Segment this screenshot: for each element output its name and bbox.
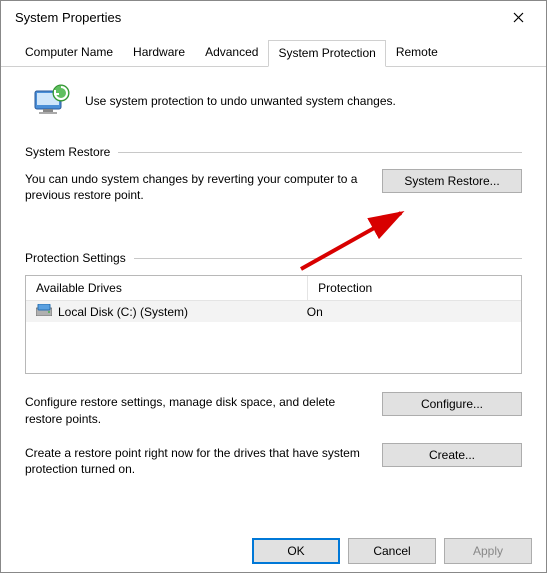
drives-body: Local Disk (C:) (System) On: [26, 301, 521, 373]
intro-text: Use system protection to undo unwanted s…: [85, 94, 396, 108]
tab-advanced[interactable]: Advanced: [195, 39, 268, 66]
protection-settings-heading: Protection Settings: [25, 251, 522, 265]
create-button[interactable]: Create...: [382, 443, 522, 467]
close-icon: [513, 12, 524, 23]
tab-content: Use system protection to undo unwanted s…: [1, 67, 546, 487]
tab-strip: Computer Name Hardware Advanced System P…: [1, 39, 546, 67]
system-protection-icon: [31, 81, 71, 121]
drive-icon: [36, 304, 52, 319]
create-row: Create a restore point right now for the…: [25, 443, 522, 477]
cancel-button[interactable]: Cancel: [348, 538, 436, 564]
drive-row[interactable]: Local Disk (C:) (System) On: [26, 301, 521, 322]
system-restore-heading-label: System Restore: [25, 145, 110, 159]
col-protection[interactable]: Protection: [308, 276, 521, 301]
drive-status: On: [307, 305, 511, 319]
apply-button[interactable]: Apply: [444, 538, 532, 564]
window-title: System Properties: [15, 10, 498, 25]
protection-settings-heading-label: Protection Settings: [25, 251, 126, 265]
titlebar: System Properties: [1, 1, 546, 33]
system-restore-row: You can undo system changes by reverting…: [25, 169, 522, 203]
tab-computer-name[interactable]: Computer Name: [15, 39, 123, 66]
intro-row: Use system protection to undo unwanted s…: [25, 77, 522, 131]
dialog-footer: OK Cancel Apply: [1, 538, 546, 564]
drives-header: Available Drives Protection: [26, 276, 521, 301]
close-button[interactable]: [498, 3, 538, 31]
divider: [118, 152, 522, 153]
ok-button[interactable]: OK: [252, 538, 340, 564]
system-restore-desc: You can undo system changes by reverting…: [25, 169, 364, 203]
divider: [134, 258, 522, 259]
create-desc: Create a restore point right now for the…: [25, 443, 364, 477]
configure-desc: Configure restore settings, manage disk …: [25, 392, 364, 426]
tab-remote[interactable]: Remote: [386, 39, 448, 66]
drives-table: Available Drives Protection Local Disk (…: [25, 275, 522, 374]
tab-hardware[interactable]: Hardware: [123, 39, 195, 66]
configure-row: Configure restore settings, manage disk …: [25, 392, 522, 426]
system-restore-heading: System Restore: [25, 145, 522, 159]
drive-name: Local Disk (C:) (System): [58, 305, 188, 319]
configure-button[interactable]: Configure...: [382, 392, 522, 416]
tab-system-protection[interactable]: System Protection: [268, 40, 385, 67]
col-available-drives[interactable]: Available Drives: [26, 276, 308, 301]
system-restore-button[interactable]: System Restore...: [382, 169, 522, 193]
